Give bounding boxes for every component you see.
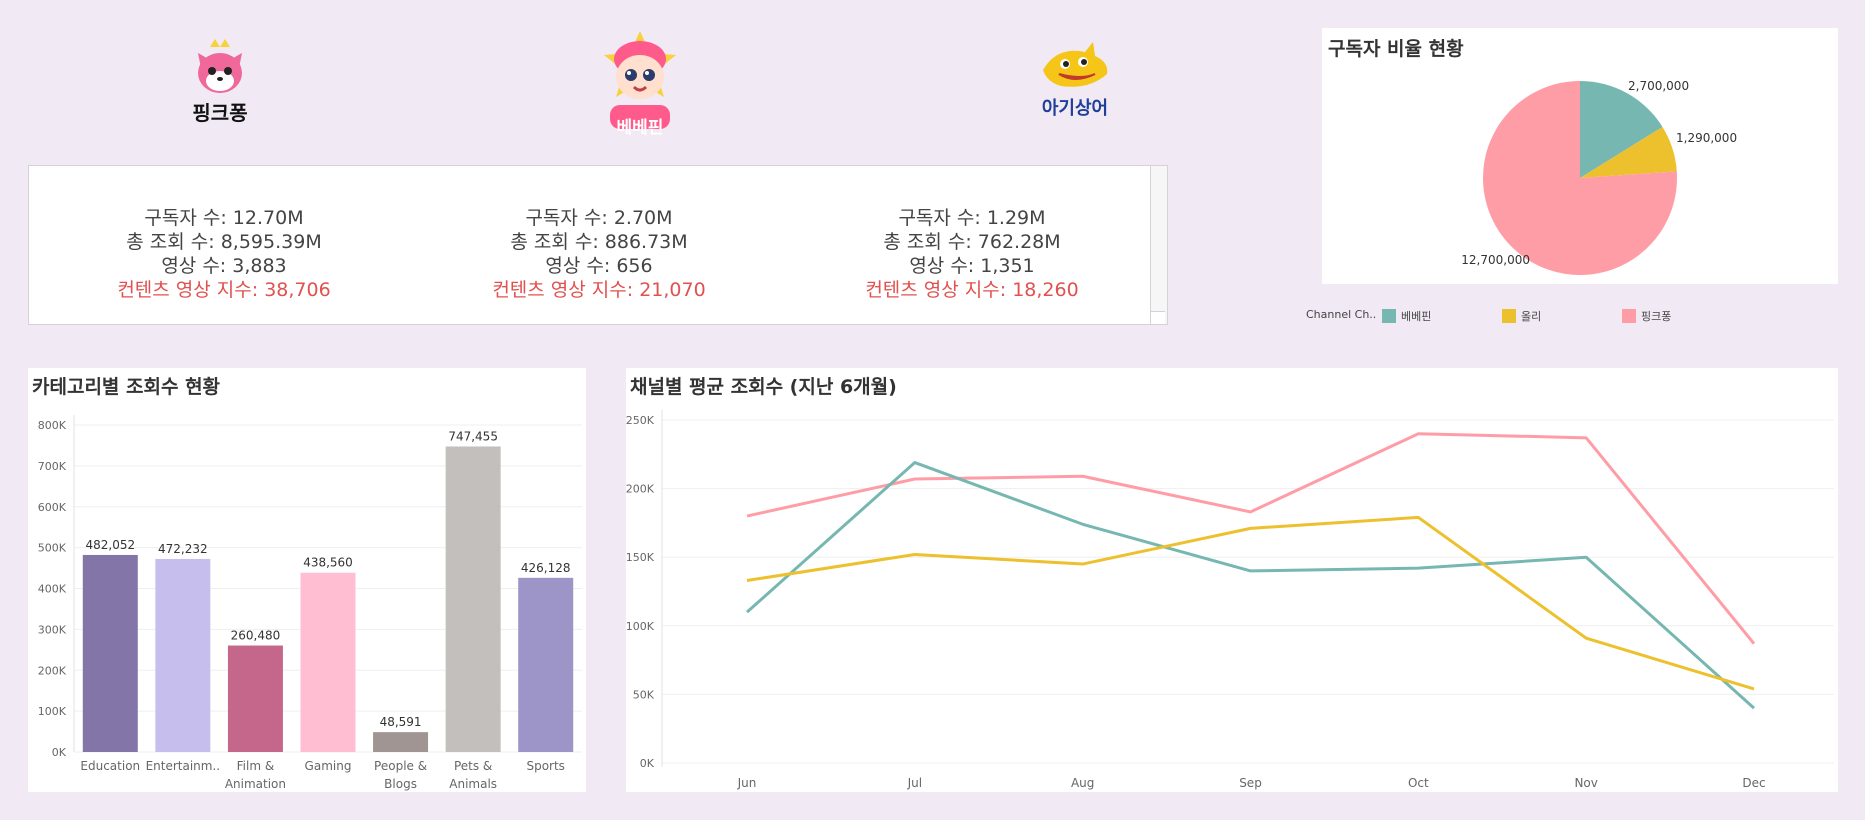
bebefinn-logo: 베베핀 (585, 15, 695, 140)
y-tick-label: 250K (626, 414, 655, 427)
pinkfong-fox-icon (198, 39, 242, 93)
y-tick-label: 50K (633, 688, 655, 701)
legend-title: Channel Ch.. (1306, 308, 1377, 321)
bar (227, 645, 283, 752)
y-tick-label: 600K (38, 501, 67, 514)
line-panel: 채널별 평균 조회수 (지난 6개월) 0K 50K 100K 150K 200K 250… (626, 368, 1838, 792)
y-tick-label: 500K (38, 542, 67, 555)
x-tick-label: Jul (907, 776, 922, 790)
bar (445, 446, 501, 752)
bar (82, 554, 138, 752)
y-tick-label: 100K (626, 620, 655, 633)
stats-scrollbar[interactable] (1150, 166, 1167, 324)
x-tick-label: Gaming (305, 759, 352, 773)
bar-value-label: 472,232 (158, 542, 208, 556)
video-count: 영상 수: 3,883 (161, 255, 287, 277)
total-views: 총 조회 수: 8,595.39M (126, 231, 322, 253)
video-count: 영상 수: 656 (545, 255, 653, 277)
total-views: 총 조회 수: 762.28M (883, 231, 1061, 253)
bar (155, 558, 211, 752)
x-tick-label: Nov (1574, 776, 1597, 790)
x-tick-label: Oct (1408, 776, 1429, 790)
pinkfong-logo-text: 핑크퐁 (192, 101, 248, 125)
bar-value-label: 747,455 (448, 429, 498, 443)
y-tick-label: 400K (38, 583, 67, 596)
bar-value-label: 482,052 (85, 538, 135, 552)
y-tick-label: 700K (38, 460, 67, 473)
pinkfong-logo: 핑크퐁 (175, 35, 265, 130)
x-tick-label: Dec (1742, 776, 1765, 790)
y-tick-label: 0K (52, 746, 67, 759)
legend-item-bebefinn[interactable]: 베베핀 (1382, 308, 1431, 324)
subscriber-count: 구독자 수: 1.29M (898, 207, 1046, 229)
bar-panel: 카테고리별 조회수 현황 0K 100K 200K 300K 400K 500K 600K 7… (28, 368, 586, 792)
series-line (746, 461, 1756, 710)
babyshark-icon (1043, 42, 1108, 87)
bar-value-label: 426,128 (521, 561, 571, 575)
series-line (746, 432, 1756, 645)
content-index: 컨텐츠 영상 지수: 21,070 (492, 279, 706, 301)
x-tick-label: Animation (225, 777, 286, 791)
y-tick-label: 0K (640, 757, 655, 770)
channel-stats-panel: 구독자 수: 12.70M 총 조회 수: 8,595.39M 영상 수: 3,… (28, 165, 1168, 325)
total-views: 총 조회 수: 886.73M (510, 231, 688, 253)
video-count: 영상 수: 1,351 (909, 255, 1035, 277)
legend-swatch (1622, 309, 1636, 323)
x-tick-label: People & (374, 759, 427, 773)
x-tick-label: Entertainm.. (146, 759, 221, 773)
y-tick-label: 300K (38, 623, 67, 636)
bar (300, 572, 356, 752)
legend-swatch (1382, 309, 1396, 323)
series-line (746, 515, 1755, 691)
y-tick-label: 200K (626, 483, 655, 496)
bar-value-label: 48,591 (380, 715, 422, 729)
y-tick-label: 150K (626, 551, 655, 564)
legend-label: 베베핀 (1401, 310, 1432, 323)
y-tick-label: 800K (38, 419, 67, 432)
legend-item-pinkfong[interactable]: 핑크퐁 (1622, 308, 1671, 324)
x-tick-label: Education (80, 759, 140, 773)
stats-bebefinn: 구독자 수: 2.70M 총 조회 수: 886.73M 영상 수: 656 컨… (434, 206, 764, 302)
babyshark-logo-text: 아기상어 (1041, 98, 1109, 119)
legend-label: 올리 (1521, 310, 1542, 323)
pie-panel: 구독자 비율 현황 2,700,000 1,290,000 12,700,000 (1322, 28, 1838, 284)
bar-value-label: 438,560 (303, 556, 353, 570)
x-tick-label: Sports (526, 759, 564, 773)
content-index: 컨텐츠 영상 지수: 18,260 (865, 279, 1079, 301)
bar-value-label: 260,480 (231, 629, 281, 643)
stats-pinkfong: 구독자 수: 12.70M 총 조회 수: 8,595.39M 영상 수: 3,… (59, 206, 389, 302)
y-tick-label: 200K (38, 664, 67, 677)
subscriber-count: 구독자 수: 12.70M (144, 207, 304, 229)
x-tick-label: Jun (737, 776, 757, 790)
x-tick-label: Sep (1239, 776, 1262, 790)
pie-label: 1,290,000 (1676, 131, 1737, 145)
legend-item-olly[interactable]: 올리 (1502, 308, 1541, 324)
bebefinn-logo-text: 베베핀 (616, 118, 664, 138)
x-tick-label: Animals (449, 777, 497, 791)
y-tick-label: 100K (38, 705, 67, 718)
babyshark-logo: 아기상어 (1030, 35, 1120, 125)
stats-babyshark: 구독자 수: 1.29M 총 조회 수: 762.28M 영상 수: 1,351… (807, 206, 1137, 302)
x-tick-label: Film & (237, 759, 275, 773)
legend-swatch (1502, 309, 1516, 323)
content-index: 컨텐츠 영상 지수: 38,706 (117, 279, 331, 301)
x-tick-label: Blogs (384, 777, 417, 791)
pie-label: 12,700,000 (1461, 253, 1530, 267)
subscriber-count: 구독자 수: 2.70M (525, 207, 673, 229)
x-tick-label: Pets & (454, 759, 492, 773)
scrollbar-thumb[interactable] (1151, 311, 1165, 324)
bar (373, 732, 429, 752)
bar (518, 577, 574, 752)
bar-chart: 0K 100K 200K 300K 400K 500K 600K 700K 800K 482,05… (38, 415, 582, 791)
pie-chart: 2,700,000 1,290,000 12,700,000 (1461, 79, 1737, 275)
legend-label: 핑크퐁 (1641, 310, 1672, 323)
line-chart: 0K 50K 100K 150K 200K 250K Jun Jul Aug Sep Oct Nov D… (626, 410, 1834, 790)
pie-label: 2,700,000 (1628, 79, 1689, 93)
x-tick-label: Aug (1071, 776, 1094, 790)
